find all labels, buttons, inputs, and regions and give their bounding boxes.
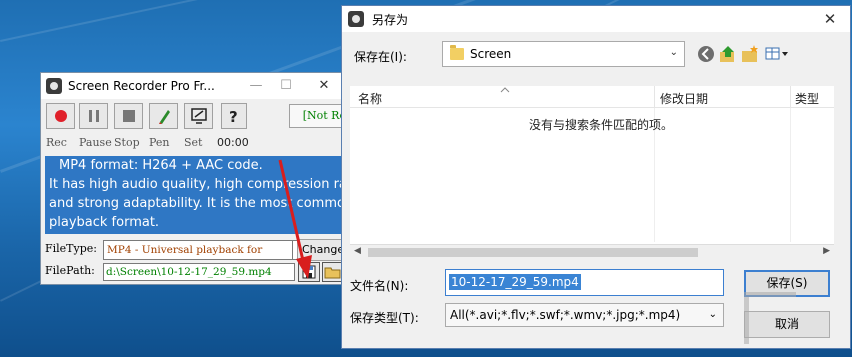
label-rec: Rec	[46, 136, 67, 149]
recorder-title: Screen Recorder Pro Fr...	[68, 79, 215, 93]
save-in-select[interactable]: Screen ⌄	[442, 41, 685, 67]
app-icon	[46, 78, 62, 94]
maximize-button[interactable]: ☐	[271, 73, 301, 99]
app-icon	[348, 11, 364, 27]
dialog-close-button[interactable]: ✕	[810, 6, 850, 32]
recorder-titlebar: Screen Recorder Pro Fr... — ☐ ✕	[41, 73, 342, 99]
record-button[interactable]	[46, 103, 75, 129]
svg-text:?: ?	[229, 108, 238, 124]
filepath-field[interactable]: d:\Screen\10-12-17_29_59.mp4	[103, 263, 295, 281]
pen-button[interactable]	[149, 103, 178, 129]
settings-button[interactable]	[184, 103, 213, 129]
save-in-value: Screen	[470, 47, 512, 61]
save-type-value: All(*.avi;*.flv;*.swf;*.wmv;*.jpg;*.mp4)	[450, 308, 681, 322]
dialog-titlebar: 另存为 ✕	[342, 6, 850, 32]
column-modified[interactable]: 修改日期	[660, 90, 708, 107]
chevron-down-icon: ⌄	[669, 47, 678, 58]
chevron-down-icon: ⌄	[708, 309, 717, 320]
settings-icon	[190, 108, 207, 124]
filetype-select[interactable]: MP4 - Universal playback for	[103, 240, 293, 260]
close-button[interactable]: ✕	[309, 73, 339, 99]
scroll-thumb[interactable]	[368, 248, 698, 257]
stop-icon	[122, 110, 135, 122]
file-list[interactable]: 没有与搜索条件匹配的项。	[350, 108, 834, 244]
save-type-select[interactable]: All(*.avi;*.flv;*.swf;*.wmv;*.jpg;*.mp4)…	[445, 303, 724, 327]
horizontal-scrollbar[interactable]: ◀ ▶	[350, 244, 834, 260]
filetype-label: FileType:	[45, 242, 97, 255]
up-folder-icon[interactable]	[718, 44, 738, 64]
pause-icon	[88, 110, 99, 122]
help-button[interactable]: ?	[221, 103, 247, 129]
folder-icon	[450, 45, 464, 60]
filename-value: 10-12-17_29_59.mp4	[449, 274, 581, 290]
file-list-header: 名称 修改日期 类型	[350, 86, 834, 108]
new-folder-icon[interactable]	[740, 44, 760, 64]
filename-input[interactable]: 10-12-17_29_59.mp4	[445, 269, 724, 296]
annotation-arrow	[278, 159, 312, 279]
empty-message: 没有与搜索条件匹配的项。	[529, 118, 674, 132]
dialog-title: 另存为	[372, 12, 409, 27]
stop-button[interactable]	[114, 103, 143, 129]
folder-open-icon	[324, 267, 341, 279]
column-type[interactable]: 类型	[795, 90, 819, 107]
label-stop: Stop	[114, 136, 140, 149]
help-icon: ?	[229, 108, 238, 124]
scroll-right-icon[interactable]: ▶	[823, 246, 830, 256]
back-icon[interactable]	[696, 44, 716, 64]
view-menu-icon[interactable]	[764, 44, 792, 64]
record-timer: 00:00	[217, 136, 249, 149]
filetype-label: 保存类型(T):	[350, 311, 419, 325]
pause-button[interactable]	[79, 103, 108, 129]
save-in-label: 保存在(I):	[354, 50, 407, 64]
filepath-label: FilePath:	[45, 264, 95, 277]
pen-icon	[158, 110, 170, 124]
label-pen: Pen	[149, 136, 170, 149]
scroll-left-icon[interactable]: ◀	[354, 246, 361, 256]
label-set: Set	[184, 136, 203, 149]
watermark-logo	[744, 292, 852, 357]
filename-label: 文件名(N):	[350, 279, 409, 293]
sort-up-icon	[500, 87, 510, 93]
label-pause: Pause	[79, 136, 112, 149]
column-name[interactable]: 名称	[358, 90, 382, 107]
minimize-button[interactable]: —	[241, 73, 271, 99]
record-icon	[54, 110, 67, 122]
